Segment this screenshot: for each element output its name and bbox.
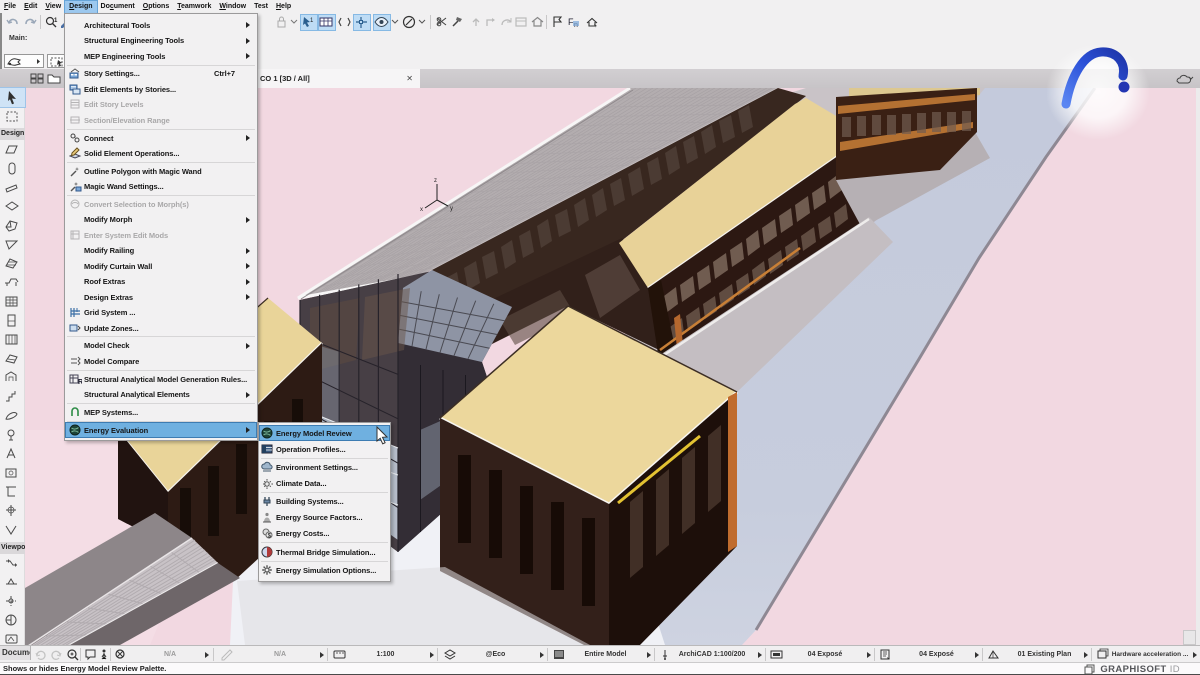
- svg-text:R: R: [78, 379, 82, 386]
- svg-text:x: x: [420, 207, 423, 213]
- svg-text:y: y: [450, 206, 453, 212]
- svg-text:z: z: [434, 178, 437, 184]
- svg-text:1: 1: [310, 18, 314, 24]
